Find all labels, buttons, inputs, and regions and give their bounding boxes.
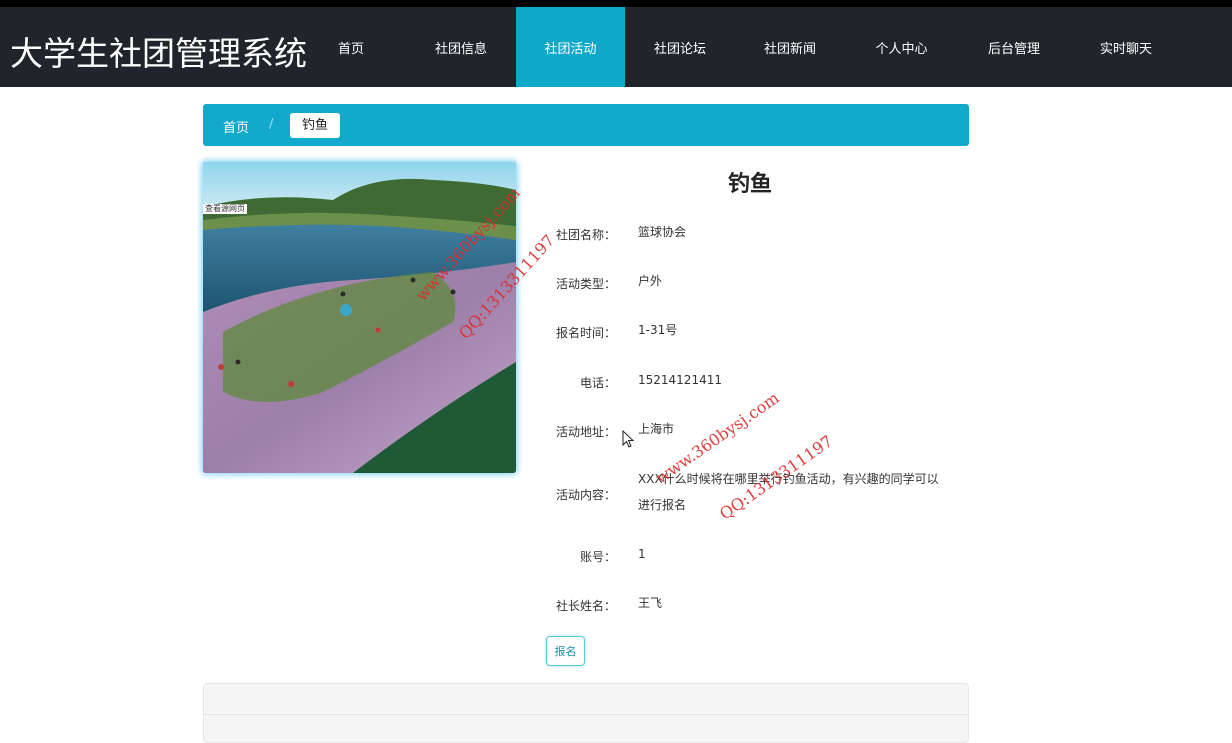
nav-label: 社团活动 (544, 41, 597, 57)
breadcrumb-current: 钓鱼 (290, 113, 341, 138)
nav-item-club-forum[interactable]: 社团论坛 (625, 7, 735, 87)
breadcrumb-separator: / (269, 117, 274, 132)
nav-item-live-chat[interactable]: 实时聊天 (1070, 7, 1182, 87)
nav-item-personal-center[interactable]: 个人中心 (845, 7, 958, 87)
field-value-signup-time: 1-31号 (638, 323, 678, 337)
field-value-address: 上海市 (638, 422, 675, 436)
nav-label: 首页 (337, 41, 364, 57)
nav-item-club-news[interactable]: 社团新闻 (735, 7, 845, 87)
field-value-phone: 15214121411 (638, 373, 722, 387)
nav-label: 社团信息 (434, 41, 487, 57)
top-navbar: 大学生社团管理系统 首页 社团信息 社团活动 社团论坛 社团新闻 个人中心 后台… (0, 7, 1232, 87)
field-label-content: 活动内容： (555, 488, 616, 502)
field-label-address: 活动地址： (555, 425, 616, 439)
activity-title: 钓鱼 (727, 172, 772, 197)
field-label-signup-time: 报名时间： (555, 326, 616, 340)
nav-item-club-activity[interactable]: 社团活动 (516, 7, 625, 87)
nav-item-admin[interactable]: 后台管理 (958, 7, 1070, 87)
mouse-cursor-icon (622, 430, 635, 448)
site-title: 大学生社团管理系统 (10, 34, 307, 73)
nav-item-home[interactable]: 首页 (296, 7, 406, 87)
main-nav: 首页 社团信息 社团活动 社团论坛 社团新闻 个人中心 后台管理 实时聊天 (296, 7, 1182, 87)
signup-button[interactable]: 报名 (546, 636, 585, 666)
photo-source-tag: 查看源网页 (203, 204, 247, 214)
nav-label: 个人中心 (875, 41, 928, 57)
breadcrumb-home-link[interactable]: 首页 (223, 117, 249, 136)
field-label-account: 账号： (579, 550, 616, 564)
field-value-activity-type: 户外 (638, 274, 663, 288)
field-label-president: 社长姓名： (555, 599, 616, 613)
nav-label: 社团新闻 (763, 41, 816, 57)
field-value-club-name: 篮球协会 (638, 225, 687, 239)
field-value-account: 1 (638, 547, 646, 561)
field-value-president: 王飞 (638, 596, 663, 610)
top-strip (0, 0, 1232, 7)
panel-divider (204, 714, 968, 715)
field-label-phone: 电话： (579, 376, 616, 390)
breadcrumb: 首页 / 钓鱼 (203, 104, 969, 146)
nav-label: 后台管理 (987, 41, 1040, 57)
comment-panel (203, 683, 969, 743)
nav-label: 实时聊天 (1099, 41, 1152, 57)
nav-item-club-info[interactable]: 社团信息 (406, 7, 516, 87)
nav-label: 社团论坛 (653, 41, 706, 57)
field-label-activity-type: 活动类型： (555, 277, 616, 291)
